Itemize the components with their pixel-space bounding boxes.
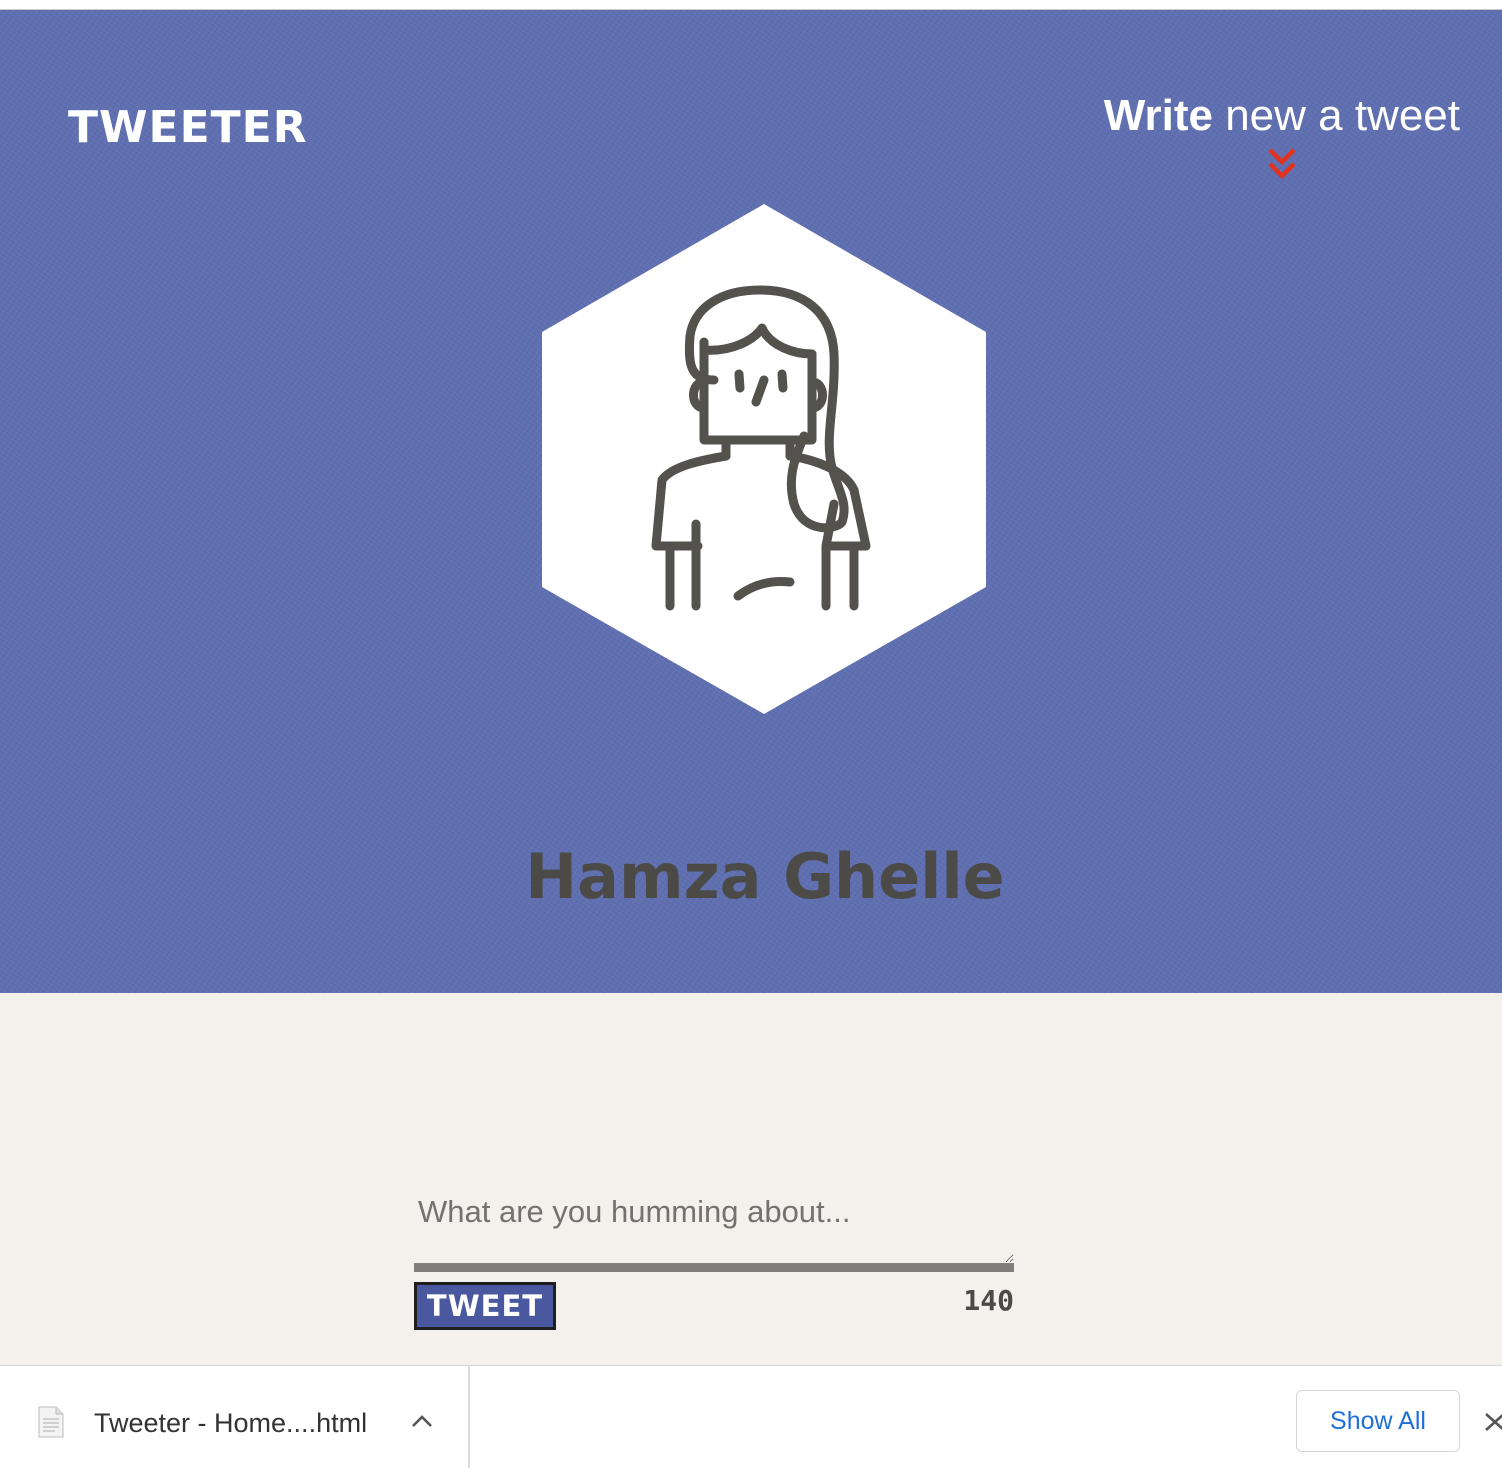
download-item[interactable]: Tweeter - Home....html — [0, 1366, 470, 1468]
tweet-button[interactable]: TWEET — [414, 1282, 556, 1330]
download-bar: Tweeter - Home....html Show All — [0, 1365, 1502, 1468]
html-file-icon — [38, 1406, 64, 1438]
chevron-up-icon[interactable] — [408, 1410, 436, 1432]
character-counter: 140 — [963, 1284, 1014, 1317]
avatar — [542, 204, 986, 714]
profile-name: Hamza Ghelle — [525, 840, 1005, 913]
tweet-text-input[interactable] — [414, 1180, 1014, 1272]
composer-actions: TWEET 140 — [414, 1282, 1014, 1332]
double-chevron-down-icon[interactable] — [1262, 144, 1302, 184]
write-tweet-label: Write new a tweet — [1104, 94, 1460, 138]
woman-avatar-icon — [542, 204, 986, 714]
write-tweet-toggle[interactable]: Write new a tweet — [1104, 94, 1460, 184]
tweet-composer: TWEET 140 — [414, 1180, 1014, 1332]
close-icon[interactable] — [1482, 1410, 1502, 1432]
site-logo[interactable]: TWEETER — [68, 106, 308, 150]
download-file-name: Tweeter - Home....html — [94, 1408, 368, 1438]
profile-header: TWEETER Write new a tweet Hamza Ghelle — [0, 10, 1502, 993]
write-tweet-label-rest: new a tweet — [1225, 91, 1460, 140]
show-all-button[interactable]: Show All — [1296, 1390, 1460, 1452]
write-tweet-label-strong: Write — [1103, 91, 1213, 140]
browser-top-border — [0, 0, 1502, 10]
